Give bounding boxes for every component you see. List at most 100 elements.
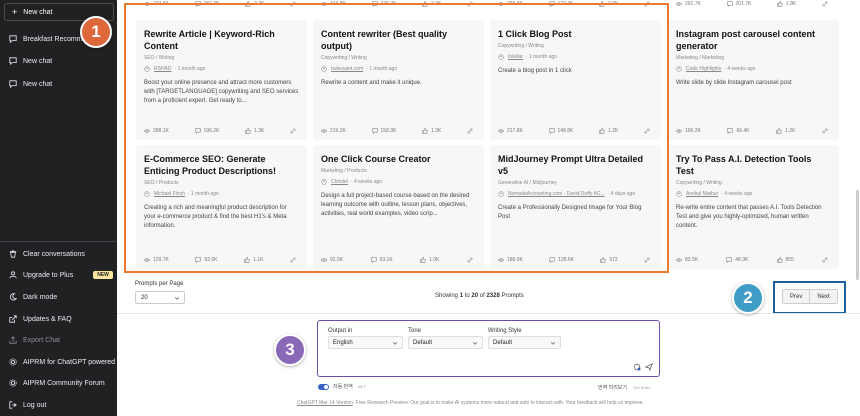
copy-link[interactable] [822, 128, 831, 134]
likes-stat: 1.2K [776, 128, 795, 134]
top-card-stats: 291.7K 201.7K 1.8K [676, 1, 831, 7]
sidebar-item-label: Upgrade to Plus [23, 271, 74, 279]
composer-actions [629, 363, 653, 371]
sidebar-item-aiprm-powered[interactable]: AIPRM for ChatGPT powered [0, 353, 117, 371]
card-author[interactable]: Anshul Mathur [686, 191, 718, 197]
views-stat: 291.7K [676, 1, 701, 7]
sidebar-item-label: Clear conversations [23, 250, 85, 258]
prompts-per-page-select[interactable]: 20 [135, 291, 185, 304]
highlight-box-pagination [773, 281, 846, 314]
auto-translate-shortcut: Alt T [357, 384, 366, 389]
chevron-down-icon [174, 297, 180, 300]
new-chat-label: New chat [23, 8, 53, 16]
trash-icon [9, 250, 17, 258]
card-author-row: Code Highlights · 4 weeks ago [676, 66, 831, 72]
chat-item[interactable]: New chat [0, 75, 117, 93]
translate-preview-shortcut: Ctrl Enter [633, 385, 651, 390]
card-time: 4 weeks ago [724, 191, 753, 197]
output-language-group: Output in English [328, 328, 403, 349]
send-icon[interactable] [645, 363, 653, 371]
sidebar-item-label: Dark mode [23, 293, 58, 301]
card-stats: 83.5K 48.3K 855 [676, 257, 831, 263]
callout-3: 3 [274, 334, 306, 366]
sidebar-item-label: Log out [23, 401, 47, 409]
sidebar-item-updates-faq[interactable]: Updates & FAQ [0, 310, 117, 328]
output-language-label: Output in [328, 328, 353, 334]
showing-count: Showing 1 to 20 of 2328 Prompts [435, 293, 524, 299]
uses-stat: 66.4K [727, 128, 750, 134]
writing-style-group: Writing Style Default [488, 328, 561, 349]
chat-bubble-icon [9, 35, 17, 43]
uses-stat: 48.3K [726, 257, 748, 263]
logout-icon [9, 401, 17, 409]
thumbs-up-icon[interactable] [777, 1, 783, 7]
card-stats: 106.2K 66.4K 1.2K [676, 128, 831, 134]
version-link[interactable]: ChatGPT Mar 14 Version [297, 400, 353, 406]
new-badge: NEW [93, 271, 113, 279]
link-icon[interactable] [822, 1, 828, 7]
tone-label: Tone [408, 328, 422, 334]
sidebar-divider [0, 241, 117, 242]
external-link-icon [9, 315, 17, 323]
chevron-down-icon [392, 342, 398, 345]
output-language-select[interactable]: English [328, 336, 403, 349]
output-language-value: English [333, 339, 353, 346]
per-page-value: 20 [141, 294, 148, 301]
sidebar-item-label: AIPRM for ChatGPT powered [23, 358, 116, 366]
card-author[interactable]: Code Highlights [686, 66, 721, 72]
prompt-card[interactable]: Try To Pass A.I. Detection Tools Test Cop… [668, 145, 839, 269]
sidebar-item-label: AIPRM Community Forum [23, 379, 105, 387]
sidebar-item-aiprm-forum[interactable]: AIPRM Community Forum [0, 374, 117, 392]
card-time: 4 weeks ago [727, 66, 756, 72]
writing-style-select[interactable]: Default [488, 336, 561, 349]
translate-icon[interactable] [633, 363, 641, 371]
likes-stat: 1.8K [777, 1, 796, 7]
sidebar-item-export-chat[interactable]: Export Chat [0, 331, 117, 349]
sidebar-item-label: Export Chat [23, 336, 60, 344]
card-category: Copywriting / Writing [676, 180, 722, 186]
sidebar: + New chat Breakfast Recommen New chat N… [0, 0, 117, 416]
prompt-composer[interactable]: Output in English Tone Default Writing S… [317, 320, 660, 377]
moon-icon [9, 293, 17, 301]
uses-stat: 201.7K [726, 1, 751, 7]
callout-2: 2 [732, 282, 764, 314]
translate-preview-row[interactable]: 번역 미리보기 Ctrl Enter [598, 384, 650, 391]
chat-bubble-icon [9, 80, 17, 88]
card-description: Re-write entire content that passes A.I.… [676, 205, 822, 229]
uses-icon [727, 128, 734, 134]
sidebar-item-label: Updates & FAQ [23, 315, 72, 323]
footer-text: . Free Research Preview. Our goal is to … [352, 400, 644, 406]
user-icon [9, 271, 17, 279]
chat-bubble-icon [9, 57, 17, 65]
sidebar-item-log-out[interactable]: Log out [0, 396, 117, 414]
scrollbar[interactable] [856, 190, 859, 280]
auto-translate-toggle[interactable] [318, 383, 329, 390]
tone-select[interactable]: Default [408, 336, 483, 349]
sidebar-item-upgrade[interactable]: Upgrade to Plus NEW [0, 266, 117, 284]
highlight-box-cards [124, 3, 669, 273]
copy-link[interactable] [822, 1, 831, 7]
plus-icon: + [12, 6, 18, 17]
auto-translate-row: 자동 번역 Alt T [318, 383, 366, 390]
card-title[interactable]: Try To Pass A.I. Detection Tools Test [676, 153, 831, 177]
sidebar-item-dark-mode[interactable]: Dark mode [0, 288, 117, 306]
prompt-card[interactable]: Instagram post carousel content generato… [668, 20, 839, 140]
separator: · [724, 66, 726, 72]
gear-icon [9, 379, 17, 387]
chevron-down-icon [550, 342, 556, 345]
views-icon [676, 2, 682, 6]
gear-icon [9, 358, 17, 366]
link-icon[interactable] [822, 128, 828, 134]
thumbs-up-icon[interactable] [776, 257, 783, 263]
uses-icon [726, 1, 733, 7]
likes-stat: 855 [776, 257, 794, 263]
chat-item[interactable]: New chat [0, 52, 117, 70]
copy-link[interactable] [822, 257, 831, 263]
sidebar-item-clear-conversations[interactable]: Clear conversations [0, 245, 117, 263]
chat-item-label: New chat [23, 57, 53, 65]
translate-preview-label: 번역 미리보기 [598, 385, 627, 391]
thumbs-up-icon[interactable] [776, 128, 782, 134]
link-icon[interactable] [822, 257, 828, 263]
uses-icon [726, 257, 732, 263]
card-title[interactable]: Instagram post carousel content generato… [676, 28, 831, 52]
